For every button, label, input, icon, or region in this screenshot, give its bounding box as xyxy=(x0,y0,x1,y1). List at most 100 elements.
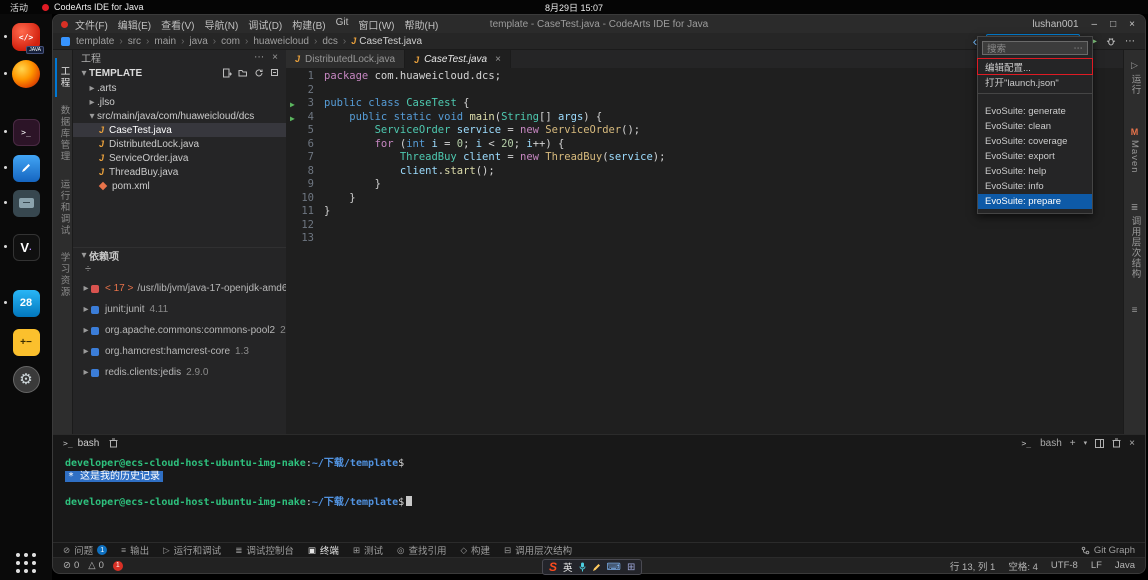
breadcrumb-item[interactable]: src xyxy=(128,36,141,47)
breadcrumb-item[interactable]: dcs xyxy=(322,36,338,47)
close-tab-icon[interactable]: × xyxy=(495,54,501,65)
encoding-setting[interactable]: UTF-8 xyxy=(1051,560,1078,571)
git-graph-button[interactable]: Git Graph xyxy=(1081,545,1135,556)
panel-tab-输出[interactable]: ≡输出 xyxy=(121,543,149,557)
dock-calculator[interactable]: +− xyxy=(11,327,41,357)
chevron-down-icon[interactable]: ▾ xyxy=(79,250,89,261)
tab-casetest[interactable]: J CaseTest.java × xyxy=(405,50,511,68)
rightbar-item-2[interactable]: MMaven xyxy=(1129,127,1140,174)
breadcrumb-item[interactable]: com xyxy=(221,36,240,47)
breadcrumb-item[interactable]: template xyxy=(76,36,114,47)
panel-tab-问题[interactable]: ⊘问题1 xyxy=(63,543,107,557)
panel-tab-调用层次结构[interactable]: ⊟调用层次结构 xyxy=(504,543,572,557)
dock-settings[interactable]: ⚙ xyxy=(11,364,41,394)
notification-badge[interactable]: 1 xyxy=(113,561,123,571)
quickpick-item[interactable]: 打开"launch.json" xyxy=(978,74,1092,89)
tree-item[interactable]: JServiceOrder.java xyxy=(73,151,286,165)
menu-item[interactable]: 窗口(W) xyxy=(358,17,394,32)
dependency-item[interactable]: ▸redis.clients:jedis2.9.0 xyxy=(73,362,286,383)
dependency-item[interactable]: ▸org.hamcrest:hamcrest-core1.3 xyxy=(73,341,286,362)
maximize-button[interactable]: □ xyxy=(1110,19,1116,30)
indentation-setting[interactable]: 空格: 4 xyxy=(1008,559,1038,573)
panel-tab-终端[interactable]: ▣终端 xyxy=(308,543,339,557)
debug-bug-icon[interactable] xyxy=(1106,36,1116,46)
tree-item[interactable]: JThreadBuy.java xyxy=(73,165,286,179)
menu-item[interactable]: Git xyxy=(336,17,349,32)
refresh-icon[interactable] xyxy=(254,68,264,78)
close-panel-icon[interactable]: × xyxy=(1129,438,1135,449)
tree-item[interactable]: JDistributedLock.java xyxy=(73,137,286,151)
breadcrumb-item[interactable]: java xyxy=(189,36,207,47)
dock-firefox[interactable] xyxy=(11,59,41,89)
show-applications-button[interactable] xyxy=(16,553,36,573)
menu-item[interactable]: 帮助(H) xyxy=(404,17,438,32)
chevron-down-icon[interactable]: ▾ xyxy=(1084,439,1088,447)
new-file-icon[interactable] xyxy=(222,68,232,78)
dependency-item[interactable]: ▸org.apache.commons:commons-pool22.4.2 xyxy=(73,320,286,341)
language-mode[interactable]: Java xyxy=(1115,560,1135,571)
panel-tab-调试控制台[interactable]: ≣调试控制台 xyxy=(235,543,294,557)
activity-item-学习资源[interactable]: 学习资源 xyxy=(55,244,71,306)
tree-item[interactable]: ▸.jlso xyxy=(73,95,286,109)
dependency-item[interactable]: ▸< 17 >/usr/lib/jvm/java-17-openjdk-amd6… xyxy=(73,278,286,299)
quickpick-item[interactable]: EvoSuite: prepare xyxy=(978,194,1092,209)
activity-item-工程[interactable]: 工程 xyxy=(55,58,71,97)
dock-terminal[interactable]: >_ xyxy=(11,117,41,147)
run-main-icon[interactable]: ▶ xyxy=(290,98,295,112)
panel-tab-运行和调试[interactable]: ▷运行和调试 xyxy=(163,543,221,557)
dock-video-app[interactable]: V. xyxy=(11,232,41,262)
split-terminal-icon[interactable] xyxy=(1095,439,1104,448)
rightbar-item-1[interactable]: ▷运行 xyxy=(1128,60,1142,95)
new-folder-icon[interactable] xyxy=(238,68,248,78)
keyboard-icon[interactable]: ⌨ xyxy=(607,562,621,573)
quickpick-item[interactable]: EvoSuite: help xyxy=(978,164,1092,179)
terminal-tab-label[interactable]: bash xyxy=(78,438,100,449)
menu-item[interactable]: 调试(D) xyxy=(248,17,282,32)
panel-tab-测试[interactable]: ⊞测试 xyxy=(353,543,383,557)
ime-language-mode[interactable]: 英 xyxy=(563,560,573,574)
quickpick-search-input[interactable]: 搜索 ⋯ xyxy=(982,41,1088,55)
outline-icon[interactable]: ≡ xyxy=(1132,305,1138,316)
breadcrumb-item[interactable]: huaweicloud xyxy=(253,36,309,47)
microphone-icon[interactable] xyxy=(579,562,586,572)
menu-item[interactable]: 查看(V) xyxy=(161,17,194,32)
minimize-button[interactable]: – xyxy=(1092,19,1098,30)
add-dependency-button[interactable]: ÷ xyxy=(73,262,286,278)
quickpick-item[interactable]: 编辑配置... xyxy=(978,59,1092,74)
quickpick-item[interactable]: EvoSuite: info xyxy=(978,179,1092,194)
dock-codearts-ide[interactable]: </> JAVA xyxy=(11,22,41,52)
menu-item[interactable]: 导航(N) xyxy=(204,17,238,32)
collapse-all-icon[interactable] xyxy=(270,68,280,78)
menu-item[interactable]: 编辑(E) xyxy=(118,17,151,32)
sogou-logo-icon[interactable]: S xyxy=(549,560,557,574)
tree-item[interactable]: pom.xml xyxy=(73,179,286,193)
tree-item[interactable]: ▸.arts xyxy=(73,81,286,95)
tab-distributedlock[interactable]: J DistributedLock.java xyxy=(286,50,405,68)
quickpick-item[interactable]: EvoSuite: coverage xyxy=(978,134,1092,149)
chevron-down-icon[interactable]: ▾ xyxy=(79,68,89,79)
rightbar-item-3[interactable]: ≣调用层次结构 xyxy=(1128,202,1142,279)
quickpick-item[interactable]: EvoSuite: export xyxy=(978,149,1092,164)
activity-item-运行和调试[interactable]: 运行和调试 xyxy=(55,171,71,245)
account-name[interactable]: lushan001 xyxy=(1032,19,1078,30)
more-actions-icon[interactable]: ⋯ xyxy=(1125,36,1135,47)
quickpick-more-icon[interactable]: ⋯ xyxy=(1074,43,1084,54)
cursor-position[interactable]: 行 13, 列 1 xyxy=(950,559,995,573)
terminal-output[interactable]: developer@ecs-cloud-host-ubuntu-img-nake… xyxy=(53,451,1145,542)
project-root-label[interactable]: TEMPLATE xyxy=(89,68,142,79)
warnings-indicator[interactable]: △0 xyxy=(88,560,104,571)
menu-item[interactable]: 文件(F) xyxy=(75,17,108,32)
quickpick-item[interactable]: EvoSuite: clean xyxy=(978,119,1092,134)
new-terminal-icon[interactable]: + xyxy=(1070,438,1076,449)
panel-tab-构建[interactable]: ◇构建 xyxy=(460,543,490,557)
pen-icon[interactable] xyxy=(592,563,601,572)
menu-item[interactable]: 构建(B) xyxy=(292,17,325,32)
sidebar-more-icon[interactable]: ⋯ xyxy=(254,52,264,63)
close-button[interactable]: × xyxy=(1129,19,1135,30)
sidebar-close-icon[interactable]: × xyxy=(272,52,278,63)
panel-tab-查找引用[interactable]: ◎查找引用 xyxy=(397,543,446,557)
ime-panel-icon[interactable]: ⊞ xyxy=(627,562,635,573)
tree-item[interactable]: JCaseTest.java xyxy=(73,123,286,137)
tree-item[interactable]: ▾src/main/java/com/huaweicloud/dcs xyxy=(73,109,286,123)
dock-text-editor[interactable] xyxy=(11,153,41,183)
